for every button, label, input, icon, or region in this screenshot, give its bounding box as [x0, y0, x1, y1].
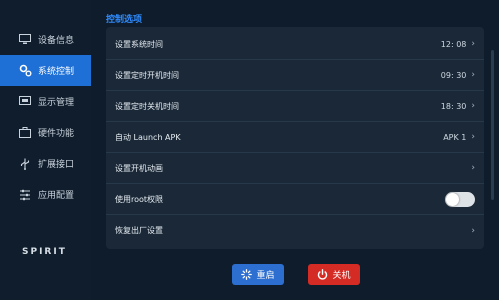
setting-label: 设置开机动画 — [115, 163, 163, 173]
sidebar-item-app-config[interactable]: 应用配置 — [0, 179, 91, 210]
chevron-right-icon: › — [471, 225, 475, 236]
setting-label: 自动 Launch APK — [115, 132, 181, 142]
sidebar-item-device-info[interactable]: 设备信息 — [0, 24, 91, 55]
toggle-knob — [446, 192, 459, 206]
sidebar-item-expansion[interactable]: 扩展接口 — [0, 148, 91, 179]
sidebar-item-label: 显示管理 — [38, 98, 75, 108]
setting-value: APK 1 — [443, 132, 467, 142]
scrollbar[interactable] — [491, 50, 494, 200]
setting-row-boot-animation[interactable]: 设置开机动画 › — [106, 153, 484, 184]
section-title: 控制选项 — [106, 15, 143, 25]
setting-row-power-off-time[interactable]: 设置定时关机时间 18: 30 › — [106, 91, 484, 122]
sidebar-item-system-control[interactable]: 系统控制 — [0, 55, 91, 86]
setting-label: 设置定时开机时间 — [115, 70, 179, 80]
setting-row-system-time[interactable]: 设置系统时间 12: 08 › — [106, 29, 484, 60]
usb-icon — [18, 157, 32, 171]
setting-label: 恢复出厂设置 — [115, 226, 163, 235]
sidebar-item-label: 扩展接口 — [38, 160, 75, 170]
display-icon — [18, 95, 32, 109]
sliders-icon — [18, 188, 32, 202]
setting-label: 设置定时关机时间 — [115, 101, 179, 111]
sidebar-item-hardware[interactable]: 硬件功能 — [0, 117, 91, 148]
chevron-right-icon: › — [471, 132, 475, 142]
sidebar-item-label: 应用配置 — [38, 191, 75, 201]
shutdown-button[interactable]: 关机 — [308, 264, 360, 285]
sidebar-item-label: 设备信息 — [38, 36, 75, 46]
sidebar-item-display[interactable]: 显示管理 — [0, 86, 91, 117]
chevron-right-icon: › — [471, 163, 475, 173]
sidebar: 设备信息 系统控制 显示管理 硬件功能 扩展接口 应用配置 SPIRIT — [0, 0, 91, 300]
setting-value: 18: 30 — [440, 101, 467, 111]
power-icon — [317, 269, 328, 280]
setting-label: 设置系统时间 — [115, 39, 163, 49]
sidebar-item-label: 硬件功能 — [38, 129, 75, 139]
chevron-right-icon: › — [471, 39, 475, 49]
loading-spinner-icon — [241, 269, 253, 280]
chevron-right-icon: › — [471, 101, 475, 111]
setting-row-auto-launch-apk[interactable]: 自动 Launch APK APK 1 › — [106, 122, 484, 153]
monitor-icon — [18, 33, 32, 47]
restart-label: 重启 — [256, 271, 275, 281]
settings-panel: 设置系统时间 12: 08 › 设置定时开机时间 09: 30 › 设置定时关机时间… — [106, 27, 484, 249]
shutdown-label: 关机 — [332, 271, 351, 281]
setting-value: 12: 08 — [440, 39, 467, 49]
briefcase-icon — [18, 126, 32, 140]
setting-label: 使用root权限 — [115, 194, 164, 204]
setting-value: 09: 30 — [440, 70, 467, 80]
chevron-right-icon: › — [471, 70, 475, 80]
restart-button[interactable]: 重启 — [232, 264, 284, 285]
setting-row-power-on-time[interactable]: 设置定时开机时间 09: 30 › — [106, 60, 484, 91]
root-access-toggle[interactable] — [445, 191, 475, 207]
sidebar-item-label: 系统控制 — [38, 67, 75, 77]
brand-logo: SPIRIT — [22, 247, 67, 257]
gears-icon — [18, 64, 32, 78]
setting-row-root-access: 使用root权限 — [106, 184, 484, 215]
setting-row-factory-reset[interactable]: 恢复出厂设置 › — [106, 215, 484, 246]
